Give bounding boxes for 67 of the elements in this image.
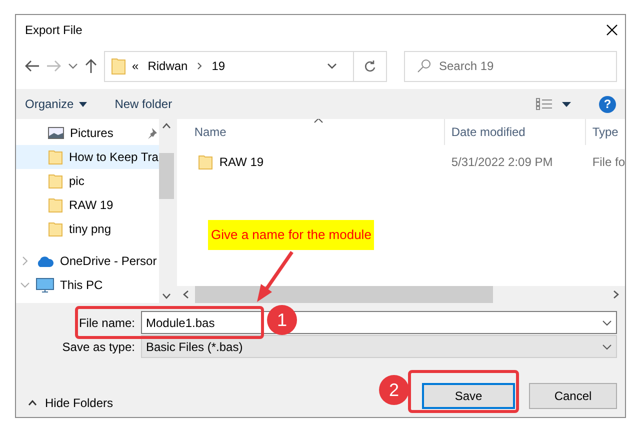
scroll-right-icon[interactable] — [613, 290, 619, 299]
chevron-up-icon — [28, 400, 37, 406]
file-type-dropdown[interactable]: Basic Files (*.bas) — [141, 335, 617, 358]
nav-pane-label: Pictures — [70, 125, 114, 142]
back-arrow-icon[interactable] — [24, 59, 40, 73]
hide-folders-button[interactable]: Hide Folders — [28, 394, 114, 412]
nav-pane-label: OneDrive - Persor — [60, 253, 157, 270]
nav-pane-label: tiny png — [69, 221, 112, 238]
column-header[interactable]: Name — [177, 119, 446, 145]
nav-pane-item[interactable]: RAW 19 — [16, 193, 160, 217]
cloud-icon — [36, 256, 54, 266]
breadcrumb-item[interactable]: Ridwan — [148, 57, 188, 75]
scroll-down-icon[interactable] — [162, 293, 172, 299]
folder-icon — [198, 154, 214, 170]
nav-pane-label: pic — [69, 173, 84, 190]
dialog-button[interactable]: Save — [422, 383, 515, 409]
up-arrow-icon[interactable] — [84, 58, 98, 74]
nav-pane-label: RAW 19 — [69, 197, 114, 214]
folder-icon — [48, 173, 63, 189]
breadcrumb-overflow[interactable]: « — [132, 57, 139, 75]
forward-arrow-icon — [46, 59, 62, 73]
field-value: Module1.bas — [146, 314, 215, 332]
refresh-icon — [364, 60, 376, 72]
pointer-arrow — [257, 251, 294, 302]
nav-pane-item[interactable]: OneDrive - Persor — [16, 249, 160, 273]
scrollbar-thumb[interactable] — [195, 286, 494, 303]
nav-pane-item[interactable]: pic — [16, 169, 160, 193]
nav-pane-label: This PC — [60, 277, 103, 294]
nav-pane-item[interactable]: This PC — [16, 273, 160, 297]
nav-pane-label: How to Keep Tra — [69, 149, 158, 166]
scroll-up-icon[interactable] — [162, 123, 172, 129]
new-folder-button[interactable]: New folder — [114, 95, 172, 113]
breadcrumb-item[interactable]: 19 — [212, 57, 226, 75]
chevron-down-icon[interactable] — [68, 62, 78, 70]
address-bar[interactable]: « Ridwan 19 — [104, 50, 387, 82]
folder-icon — [48, 149, 63, 165]
file-date: 5/31/2022 2:09 PM — [450, 154, 554, 171]
field-label: File name: — [78, 314, 136, 332]
column-header[interactable]: Type — [586, 119, 624, 145]
folder-icon — [48, 197, 63, 213]
file-name[interactable]: RAW 19 — [219, 153, 264, 171]
field-value: Basic Files (*.bas) — [146, 338, 243, 356]
help-button[interactable]: ? — [599, 96, 616, 112]
organize-button[interactable]: Organize — [25, 95, 87, 113]
caret-icon[interactable] — [562, 102, 571, 106]
callout-label: Give a name for the module — [208, 220, 374, 250]
field-label: Save as type: — [61, 338, 136, 356]
search-placeholder: Search 19 — [439, 58, 494, 75]
scrollbar-thumb[interactable] — [159, 153, 174, 199]
view-options-icon[interactable] — [536, 98, 552, 110]
nav-pane-item[interactable]: Pictures — [16, 121, 160, 145]
folder-icon — [48, 221, 63, 237]
dialog-button[interactable]: Cancel — [529, 383, 617, 409]
picture-icon — [48, 127, 64, 139]
close-icon[interactable] — [605, 23, 619, 37]
search-field[interactable]: Search 19 — [404, 50, 617, 82]
nav-pane-item[interactable]: tiny png — [16, 217, 160, 241]
window-title: Export File — [25, 22, 82, 39]
nav-pane-item[interactable]: How to Keep Tra — [16, 145, 160, 169]
scroll-left-icon[interactable] — [183, 290, 190, 299]
file-type: File fo — [591, 154, 625, 171]
search-icon — [417, 59, 431, 73]
column-header[interactable]: Date modified — [445, 119, 586, 145]
chevron-right-icon — [196, 62, 203, 70]
caret-icon — [78, 102, 87, 106]
monitor-icon — [36, 278, 54, 292]
folder-icon — [111, 57, 126, 75]
